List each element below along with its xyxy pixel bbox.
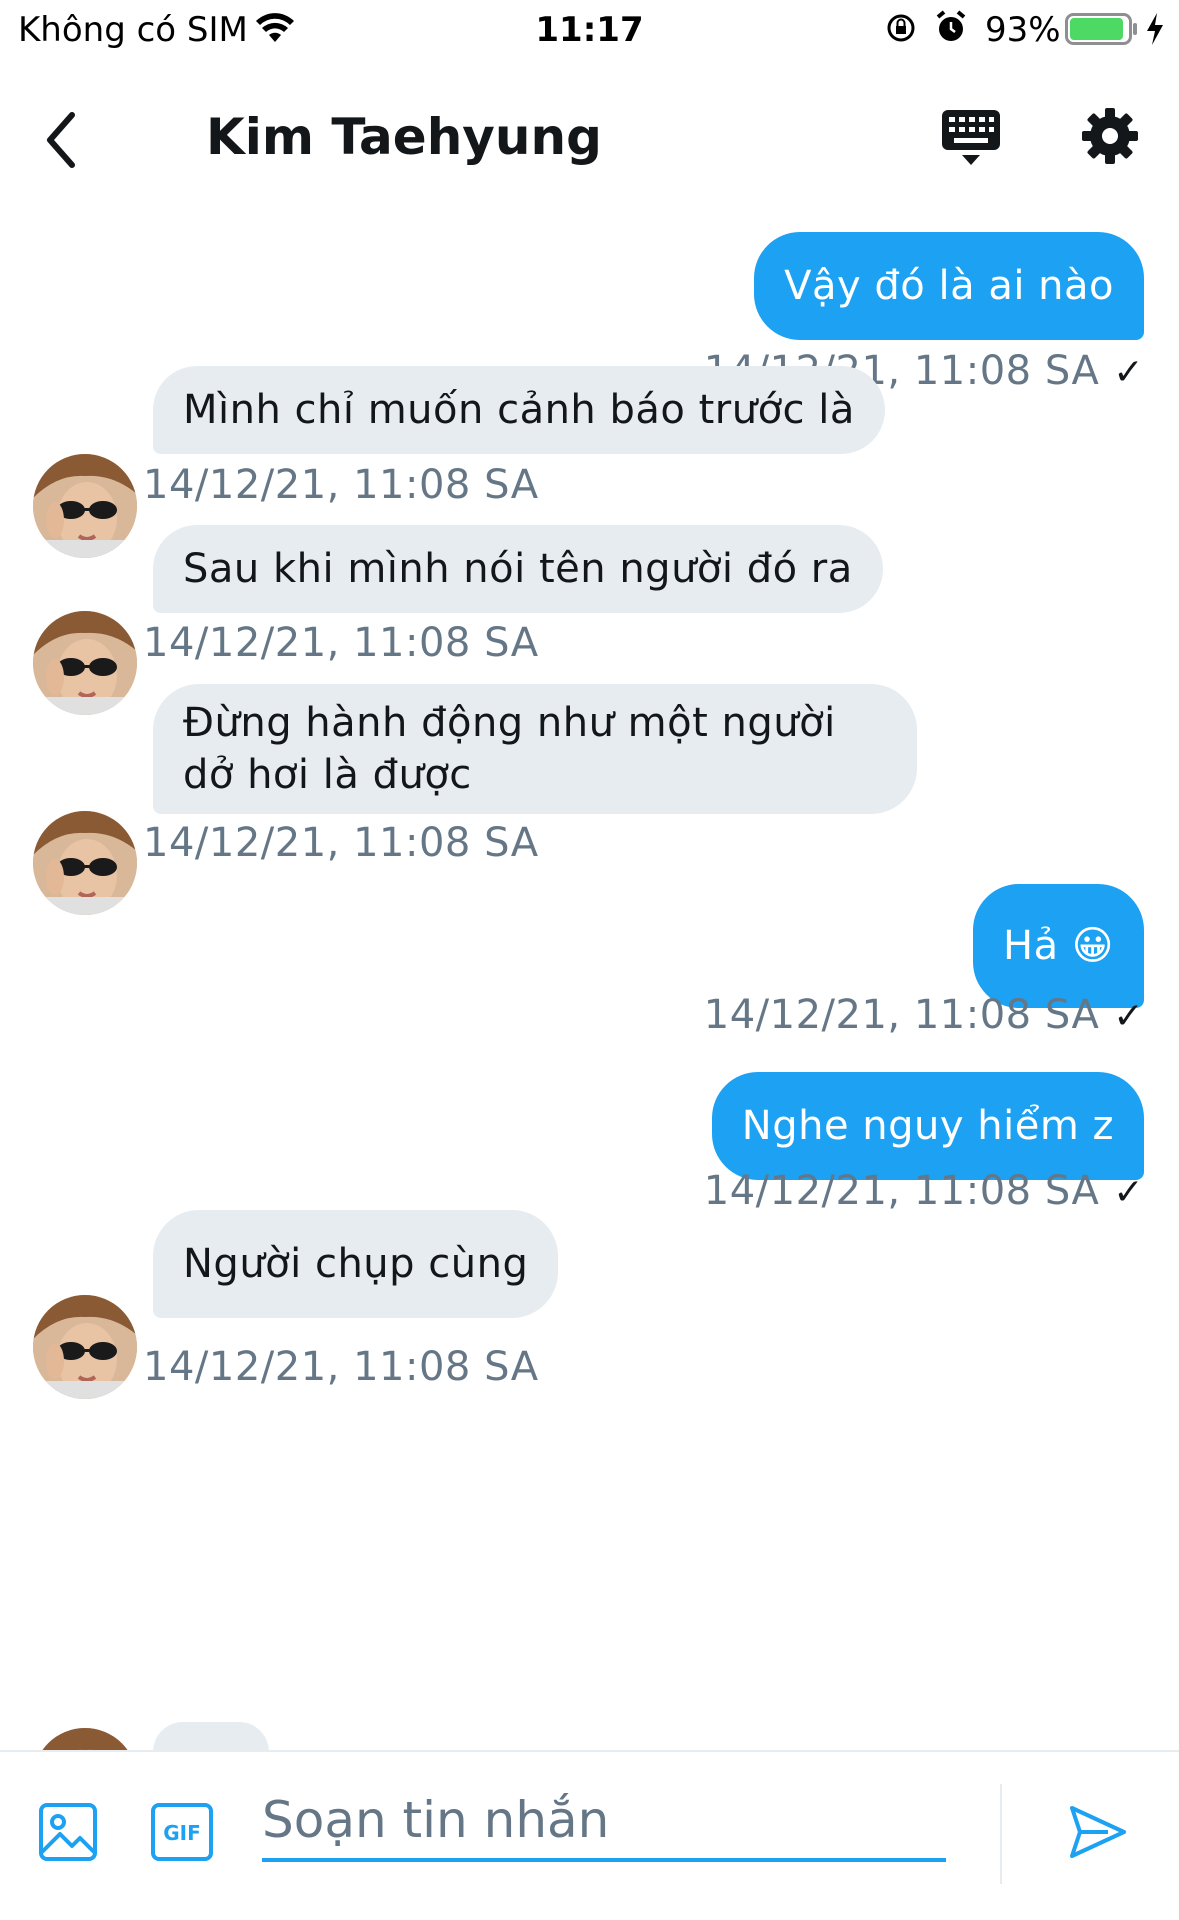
message-composer: GIF	[0, 1750, 1179, 1920]
sent-check-icon: ✓	[1113, 352, 1144, 393]
sent-check-icon: ✓	[1113, 996, 1144, 1037]
battery-percent: 93%	[985, 10, 1061, 50]
image-icon	[39, 1803, 97, 1861]
add-gif-button[interactable]: GIF	[150, 1802, 214, 1866]
add-photo-button[interactable]	[38, 1802, 98, 1866]
message-bubble-incoming[interactable]: Sau khi mình nói tên người đó ra	[153, 525, 883, 613]
avatar[interactable]	[33, 454, 137, 558]
message-timestamp: 14/12/21, 11:08 SA	[143, 1344, 539, 1390]
message-text: Người chụp cùng	[183, 1241, 529, 1287]
gear-icon	[1082, 108, 1138, 164]
conversation-header: Kim Taehyung	[0, 80, 1179, 200]
conversation-title: Kim Taehyung	[206, 108, 602, 166]
send-button[interactable]	[1068, 1802, 1128, 1866]
message-input[interactable]	[262, 1782, 946, 1862]
sent-check-icon: ✓	[1113, 1172, 1144, 1213]
message-text: Mình chỉ muốn cảnh báo trước là	[183, 387, 855, 433]
message-text: Vậy đó là ai nào	[784, 263, 1114, 309]
message-text: Đừng hành động như một người dở hơi là đ…	[183, 700, 836, 798]
back-chevron-icon	[47, 112, 75, 168]
keyboard-button[interactable]	[940, 108, 1002, 172]
avatar[interactable]	[33, 611, 137, 715]
alarm-icon	[935, 10, 967, 48]
message-bubble-incoming[interactable]: Mình chỉ muốn cảnh báo trước là	[153, 366, 885, 454]
send-icon	[1070, 1806, 1126, 1858]
back-button[interactable]	[38, 105, 88, 175]
message-bubble-outgoing[interactable]: Nghe nguy hiểm z	[711, 1072, 1144, 1180]
message-timestamp: 14/12/21, 11:08 SA	[143, 462, 539, 508]
avatar[interactable]	[33, 1728, 137, 1750]
composer-divider	[1000, 1784, 1002, 1884]
rotation-lock-icon	[885, 12, 917, 48]
status-bar: Không có SIM 11:17 93%	[0, 0, 1179, 60]
avatar[interactable]	[33, 811, 137, 915]
message-text: Nghe nguy hiểm z	[741, 1103, 1114, 1149]
charging-bolt-icon	[1145, 12, 1165, 50]
keyboard-icon	[942, 110, 1000, 165]
message-timestamp: 14/12/21, 11:08 SA	[143, 620, 539, 666]
message-bubble-outgoing[interactable]: Hả 😀	[972, 884, 1144, 1008]
message-thread[interactable]: Vậy đó là ai nào 14/12/21, 11:08 SA ✓ Mìn…	[0, 200, 1179, 1750]
message-timestamp: 14/12/21, 11:08 SA	[143, 820, 539, 866]
avatar[interactable]	[33, 1295, 137, 1399]
message-text: Sau khi mình nói tên người đó ra	[183, 546, 853, 592]
message-timestamp: 14/12/21, 11:08 SA ✓	[703, 1168, 1144, 1214]
gif-label: GIF	[163, 1821, 201, 1845]
message-bubble-outgoing[interactable]: Vậy đó là ai nào	[754, 232, 1144, 340]
settings-button[interactable]	[1080, 106, 1140, 170]
message-bubble-incoming[interactable]	[153, 1722, 269, 1750]
message-bubble-incoming[interactable]: Người chụp cùng	[153, 1210, 559, 1318]
battery-icon	[1065, 13, 1139, 49]
message-timestamp: 14/12/21, 11:08 SA ✓	[703, 992, 1144, 1038]
gif-icon: GIF	[151, 1803, 213, 1861]
message-bubble-incoming[interactable]: Đừng hành động như một người dở hơi là đ…	[153, 684, 917, 814]
message-text: Hả 😀	[1002, 923, 1114, 969]
